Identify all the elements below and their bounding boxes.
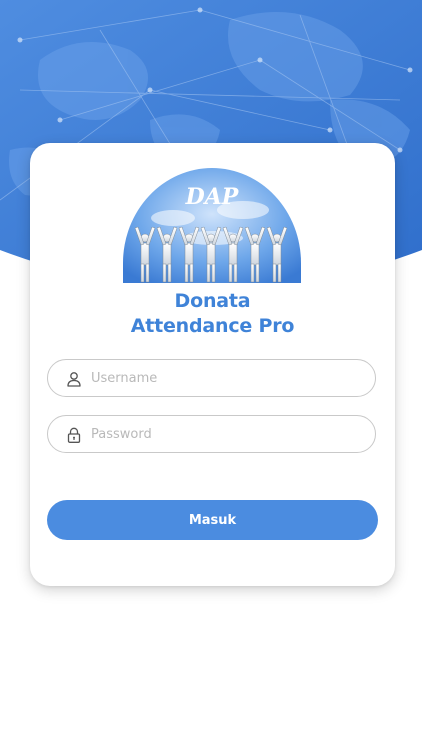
app-logo: DAP [123,168,301,288]
username-field[interactable] [47,359,376,397]
app-name-line2: Attendance Pro [130,315,295,337]
password-field[interactable] [47,415,376,453]
user-icon [67,372,81,387]
login-screen: DAP Donata Attendance Pro Username Masuk [0,0,422,750]
password-input[interactable] [91,416,361,452]
app-name-line1: Donata [174,290,251,312]
lock-icon [67,427,81,443]
login-button[interactable]: Masuk [47,500,378,540]
logo-text: DAP [185,184,240,210]
username-input[interactable] [91,360,361,396]
login-card: DAP Donata Attendance Pro Username Masuk [30,143,395,586]
